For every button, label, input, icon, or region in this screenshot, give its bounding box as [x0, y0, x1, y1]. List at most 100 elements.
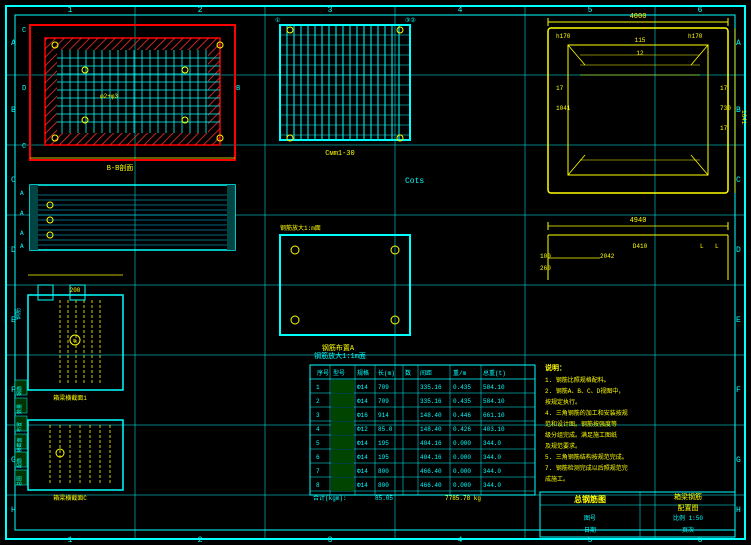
svg-text:E: E [736, 316, 741, 325]
svg-text:3: 3 [328, 6, 333, 15]
svg-text:17: 17 [720, 125, 728, 132]
svg-text:D: D [11, 246, 16, 255]
svg-text:2: 2 [198, 536, 203, 545]
svg-text:17: 17 [720, 85, 728, 92]
svg-text:总钢筋图: 总钢筋图 [574, 494, 606, 505]
svg-text:h170: h170 [688, 33, 703, 40]
svg-text:①: ① [275, 17, 280, 24]
svg-text:85.0: 85.0 [378, 426, 393, 433]
svg-text:1: 1 [316, 384, 320, 391]
svg-text:3: 3 [328, 536, 333, 545]
svg-text:及规范要求。: 及规范要求。 [545, 442, 581, 450]
svg-text:D: D [736, 246, 741, 255]
svg-text:数量: 数量 [16, 404, 23, 414]
svg-text:级分组完成。满足施工图纸: 级分组完成。满足施工图纸 [545, 431, 617, 439]
svg-text:A: A [736, 39, 741, 48]
svg-text:钢筋: 钢筋 [16, 386, 23, 396]
svg-text:1. 钢筋比照规格配料。: 1. 钢筋比照规格配料。 [545, 376, 610, 384]
svg-text:5: 5 [316, 440, 320, 447]
svg-text:钢筋布置A: 钢筋布置A [322, 343, 355, 353]
svg-text:箱梁横截面1: 箱梁横截面1 [53, 394, 87, 402]
svg-text:195: 195 [378, 454, 389, 461]
svg-text:Φ12: Φ12 [357, 426, 368, 433]
svg-text:914: 914 [378, 412, 389, 419]
svg-text:配置图: 配置图 [678, 504, 699, 513]
svg-text:5: 5 [588, 6, 593, 15]
svg-text:0.000: 0.000 [453, 468, 471, 475]
svg-text:日期: 日期 [584, 526, 596, 534]
svg-text:2042: 2042 [600, 253, 615, 260]
svg-text:584.10: 584.10 [483, 398, 505, 405]
svg-text:115: 115 [635, 37, 646, 44]
svg-text:260: 260 [540, 265, 551, 272]
svg-text:序号: 序号 [317, 369, 329, 377]
svg-text:图号: 图号 [584, 515, 596, 522]
svg-text:A: A [20, 190, 24, 197]
svg-text:Φ14: Φ14 [357, 454, 368, 461]
svg-text:h170: h170 [556, 33, 571, 40]
svg-text:344.0: 344.0 [483, 482, 501, 489]
svg-text:404.16: 404.16 [420, 454, 442, 461]
svg-text:总图: 总图 [16, 476, 23, 486]
svg-text:F: F [736, 386, 741, 395]
svg-text:配筋: 配筋 [16, 458, 23, 468]
svg-text:8: 8 [316, 482, 320, 489]
svg-text:重/m: 重/m [453, 369, 467, 377]
svg-text:型号: 型号 [333, 369, 345, 377]
svg-text:4940: 4940 [630, 217, 647, 225]
svg-text:φ: φ [73, 338, 76, 344]
svg-text:Φ14: Φ14 [357, 468, 368, 475]
svg-text:1041: 1041 [556, 105, 571, 112]
svg-text:148.40: 148.40 [420, 412, 442, 419]
svg-text:成施工。: 成施工。 [545, 475, 569, 483]
svg-text:403.10: 403.10 [483, 426, 505, 433]
svg-text:B: B [11, 106, 16, 115]
svg-text:3: 3 [316, 412, 320, 419]
svg-text:按规定执行。: 按规定执行。 [545, 398, 581, 406]
svg-text:344.0: 344.0 [483, 468, 501, 475]
svg-text:404.16: 404.16 [420, 440, 442, 447]
svg-text:说明：: 说明： [545, 363, 566, 373]
svg-text:5. 三角钢筋结构按规范完成。: 5. 三角钢筋结构按规范完成。 [545, 453, 628, 461]
svg-text:335.16: 335.16 [420, 384, 442, 391]
svg-text:800: 800 [378, 482, 389, 489]
svg-text:C: C [11, 176, 16, 185]
svg-text:661.10: 661.10 [483, 412, 505, 419]
svg-text:Cots: Cots [405, 177, 424, 186]
svg-text:H: H [736, 506, 741, 515]
svg-text:D: D [22, 85, 26, 93]
svg-text:布置: 布置 [16, 422, 23, 432]
svg-text:4: 4 [458, 6, 463, 15]
svg-text:148.40: 148.40 [420, 426, 442, 433]
svg-text:800: 800 [378, 468, 389, 475]
svg-text:C: C [22, 27, 26, 35]
svg-text:H: H [11, 506, 16, 515]
svg-text:466.40: 466.40 [420, 468, 442, 475]
svg-text:C: C [22, 143, 26, 151]
svg-text:344.0: 344.0 [483, 454, 501, 461]
svg-text:335.16: 335.16 [420, 398, 442, 405]
svg-text:Cмm1-30: Cмm1-30 [325, 150, 354, 158]
svg-text:85.05: 85.05 [375, 495, 393, 502]
svg-text:箱梁横截面C: 箱梁横截面C [53, 494, 87, 502]
svg-text:344.0: 344.0 [483, 440, 501, 447]
svg-text:0.435: 0.435 [453, 398, 471, 405]
svg-text:规格: 规格 [357, 369, 369, 377]
svg-text:L: L [715, 243, 719, 250]
svg-text:范和设计图。钢筋按强度等: 范和设计图。钢筋按强度等 [545, 420, 617, 428]
svg-text:466.40: 466.40 [420, 482, 442, 489]
svg-text:709: 709 [378, 398, 389, 405]
svg-text:页次: 页次 [682, 526, 694, 534]
svg-text:100: 100 [540, 253, 551, 260]
svg-text:584.10: 584.10 [483, 384, 505, 391]
svg-text:0.426: 0.426 [453, 426, 471, 433]
svg-text:合计(kgm):: 合计(kgm): [313, 494, 347, 502]
svg-text:730: 730 [720, 105, 731, 112]
svg-text:总重(t): 总重(t) [483, 369, 506, 377]
svg-text:Φ14: Φ14 [357, 398, 368, 405]
svg-text:1: 1 [68, 536, 73, 545]
svg-text:0.000: 0.000 [453, 482, 471, 489]
svg-text:6: 6 [698, 6, 703, 15]
svg-text:0.000: 0.000 [453, 440, 471, 447]
svg-text:0.435: 0.435 [453, 384, 471, 391]
